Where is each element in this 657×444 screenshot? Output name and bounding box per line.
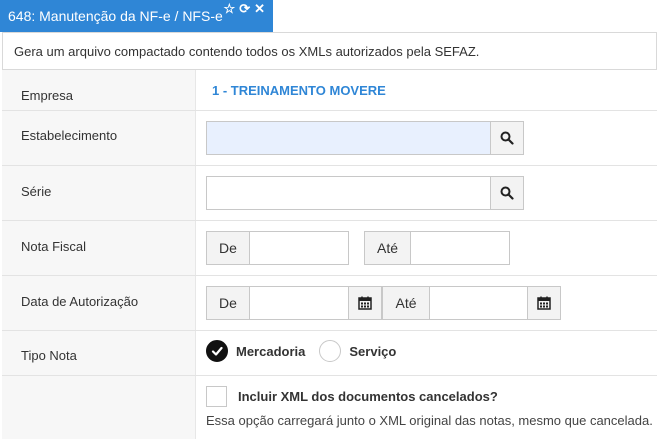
star-icon[interactable]: ☆ (224, 2, 236, 15)
tipo-nota-label: Tipo Nota (2, 331, 196, 375)
data-autorizacao-label: Data de Autorização (2, 276, 196, 330)
data-ate-input[interactable] (429, 286, 528, 320)
nota-fiscal-de-group: De (206, 231, 349, 265)
radio-mercadoria[interactable] (206, 340, 228, 362)
nota-fiscal-de-input[interactable] (249, 231, 349, 265)
data-de-calendar-button[interactable] (349, 286, 382, 320)
radio-mercadoria-label[interactable]: Mercadoria (236, 344, 305, 359)
estabelecimento-label: Estabelecimento (2, 111, 196, 165)
nota-fiscal-ate-group: Até (364, 231, 510, 265)
search-icon (500, 131, 514, 145)
nota-fiscal-ate-label: Até (364, 231, 410, 265)
row-nota-fiscal: Nota Fiscal De Até (2, 221, 657, 276)
row-serie: Série (2, 166, 657, 221)
data-ate-label: Até (382, 286, 429, 320)
tab-manutencao-nfe[interactable]: 648: Manutenção da NF-e / NFS-e ☆ ⟳ ✕ (0, 0, 273, 32)
incluir-cancelados-checkbox[interactable] (206, 386, 227, 407)
row-estabelecimento: Estabelecimento (2, 111, 657, 166)
estabelecimento-search-button[interactable] (491, 121, 524, 155)
search-icon (500, 186, 514, 200)
calendar-icon (358, 296, 372, 310)
close-icon[interactable]: ✕ (254, 2, 265, 15)
radio-servico-label[interactable]: Serviço (349, 344, 396, 359)
estabelecimento-input-group (206, 121, 524, 155)
data-de-label: De (206, 286, 249, 320)
empresa-label: Empresa (2, 70, 196, 110)
empresa-value: 1 - TREINAMENTO MOVERE (212, 83, 386, 98)
serie-search-button[interactable] (491, 176, 524, 210)
serie-input-group (206, 176, 524, 210)
incluir-cancelados-label[interactable]: Incluir XML dos documentos cancelados? (238, 389, 498, 404)
incluir-cancelados-label-cell (2, 376, 196, 439)
tab-bar: 648: Manutenção da NF-e / NFS-e ☆ ⟳ ✕ (0, 0, 657, 32)
data-de-input[interactable] (249, 286, 349, 320)
check-icon (211, 346, 223, 356)
tab-icons: ☆ ⟳ ✕ (224, 2, 265, 15)
tipo-nota-radio-group: Mercadoria Serviço (206, 340, 410, 362)
radio-servico[interactable] (319, 340, 342, 362)
incluir-cancelados-help: Essa opção carregará junto o XML origina… (206, 413, 653, 428)
form: Empresa 1 - TREINAMENTO MOVERE Estabelec… (2, 70, 657, 439)
row-tipo-nota: Tipo Nota Mercadoria Serviço (2, 331, 657, 376)
serie-input[interactable] (206, 176, 491, 210)
estabelecimento-input[interactable] (206, 121, 491, 155)
serie-label: Série (2, 166, 196, 220)
nota-fiscal-de-label: De (206, 231, 249, 265)
row-empresa: Empresa 1 - TREINAMENTO MOVERE (2, 70, 657, 111)
row-incluir-cancelados: Incluir XML dos documentos cancelados? E… (2, 376, 657, 439)
refresh-icon[interactable]: ⟳ (239, 2, 250, 15)
calendar-icon (537, 296, 551, 310)
nota-fiscal-ate-input[interactable] (410, 231, 510, 265)
page-description: Gera um arquivo compactado contendo todo… (2, 32, 657, 70)
row-data-autorizacao: Data de Autorização De Até (2, 276, 657, 331)
data-de-group: De (206, 286, 382, 320)
data-ate-calendar-button[interactable] (528, 286, 561, 320)
tab-title: 648: Manutenção da NF-e / NFS-e (8, 8, 223, 24)
data-ate-group: Até (382, 286, 561, 320)
nota-fiscal-label: Nota Fiscal (2, 221, 196, 275)
